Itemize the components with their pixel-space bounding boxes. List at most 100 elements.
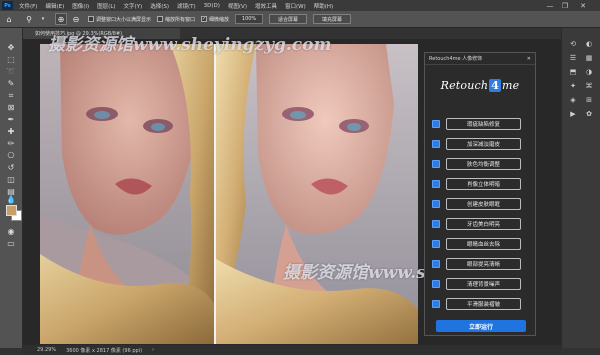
brush-settings-icon[interactable]: ✦	[568, 82, 578, 90]
menu-layer[interactable]: 图层(L)	[93, 2, 119, 10]
channels-icon[interactable]: ⊞	[582, 96, 596, 104]
resize-windows-checkbox[interactable]: 调整窗口大小以满屏显示	[88, 16, 151, 23]
adjustments-icon[interactable]: ◑	[582, 68, 596, 76]
zoom-in-icon[interactable]: ⊕	[55, 13, 67, 25]
restore-button[interactable]: ❐	[558, 0, 572, 11]
option-checkbox[interactable]	[432, 239, 440, 248]
foreground-color-swatch[interactable]	[6, 205, 17, 216]
actions-icon[interactable]: ▶	[568, 110, 578, 118]
option-checkbox[interactable]	[432, 279, 440, 288]
menu-filter[interactable]: 滤镜(T)	[173, 2, 200, 10]
quick-select-tool-icon[interactable]: ✎	[3, 78, 19, 89]
history-brush-icon[interactable]: ↺	[3, 162, 19, 173]
scrubby-zoom-checkbox[interactable]: ✓ 细微缩放	[201, 16, 229, 23]
options-bar: ⌂ ⚲ ▾ ⊕ ⊖ 调整窗口大小以满屏显示 缩放所有窗口 ✓ 细微缩放 100%…	[0, 11, 600, 28]
menu-3d[interactable]: 3D(D)	[200, 3, 224, 9]
option-button[interactable]: 眼部提亮清晰	[446, 257, 521, 270]
option-checkbox[interactable]	[432, 159, 440, 168]
checkbox-box	[88, 16, 94, 22]
quick-mask-icon[interactable]: ◉	[3, 226, 19, 237]
after-portrait-image	[216, 44, 418, 344]
screen-mode-icon[interactable]: ▭	[3, 238, 19, 249]
option-button[interactable]: 清理背景噪声	[446, 277, 521, 290]
option-checkbox[interactable]	[432, 219, 440, 228]
zoom-tool-icon[interactable]: ⚲	[23, 13, 35, 25]
option-button[interactable]: 牙齿美白明亮	[446, 217, 521, 230]
menu-plugins[interactable]: 增效工具	[251, 2, 281, 10]
checkbox-box	[157, 16, 164, 22]
zoom-all-checkbox[interactable]: 缩放所有窗口	[157, 16, 195, 23]
zoom-value-field[interactable]: 100%	[235, 14, 264, 24]
status-bar: 29.29% 3600 像素 x 2817 像素 (96 ppi) ›	[23, 345, 561, 355]
option-checkbox[interactable]	[432, 259, 440, 268]
close-icon[interactable]: ✕	[527, 56, 531, 62]
option-checkbox[interactable]	[432, 299, 440, 308]
option-row: 加深减淡磨皮	[432, 137, 532, 150]
layers-icon[interactable]: ◈	[568, 96, 578, 104]
option-checkbox[interactable]	[432, 179, 440, 188]
zoom-out-icon[interactable]: ⊖	[70, 13, 82, 25]
option-button[interactable]: 创建皮肤眼眶	[446, 197, 521, 210]
frame-tool-icon[interactable]: ⊠	[3, 102, 19, 113]
healing-brush-icon[interactable]: ✚	[3, 126, 19, 137]
photoshop-window: Ps 文件(F) 编辑(E) 图像(I) 图层(L) 文字(Y) 选择(S) 滤…	[0, 0, 600, 355]
eyedropper-tool-icon[interactable]: ✒	[3, 114, 19, 125]
zoom-all-label: 缩放所有窗口	[165, 16, 196, 23]
libraries-icon[interactable]: ⬒	[568, 68, 578, 76]
menu-select[interactable]: 选择(S)	[146, 2, 173, 10]
blur-tool-icon[interactable]: 💧	[3, 194, 19, 205]
move-tool-icon[interactable]: ✥	[3, 42, 19, 53]
chevron-right-icon[interactable]: ›	[152, 347, 154, 353]
logo-text-right: me	[502, 79, 520, 92]
menu-image[interactable]: 图像(I)	[68, 2, 93, 10]
option-row: 牙齿美白明亮	[432, 217, 532, 230]
option-row: 创建皮肤眼眶	[432, 197, 532, 210]
fit-screen-button[interactable]: 适合屏幕	[269, 14, 308, 24]
properties-icon[interactable]: ☰	[568, 54, 578, 62]
retouch-panel-title: Retouch4me 人像修饰	[429, 56, 483, 62]
close-button[interactable]: ✕	[576, 0, 590, 11]
option-checkbox[interactable]	[432, 119, 440, 128]
option-row: 肤色均衡调整	[432, 157, 532, 170]
fill-screen-button[interactable]: 填充屏幕	[313, 14, 352, 24]
lasso-tool-icon[interactable]: ➰	[3, 66, 19, 77]
eraser-tool-icon[interactable]: ◫	[3, 174, 19, 185]
brush-tool-icon[interactable]: ✏	[3, 138, 19, 149]
option-checkbox[interactable]	[432, 139, 440, 148]
marquee-tool-icon[interactable]: ⬚	[3, 54, 19, 65]
minimize-button[interactable]: —	[543, 0, 557, 11]
zoom-level-readout[interactable]: 29.29%	[37, 347, 56, 353]
crop-tool-icon[interactable]: ⌗	[3, 90, 19, 101]
menu-window[interactable]: 窗口(W)	[281, 2, 310, 10]
history-icon[interactable]: ⟲	[568, 40, 578, 48]
paths-icon[interactable]: ⌘	[582, 82, 596, 90]
home-icon[interactable]: ⌂	[3, 13, 15, 25]
option-row: 肖像立体明暗	[432, 177, 532, 190]
watermark-top: 摄影资源馆www.sheyingzyg.com	[48, 35, 332, 55]
option-row: 平滑服装褶皱	[432, 297, 532, 310]
color-panel-icon[interactable]: ◐	[582, 40, 596, 48]
option-button[interactable]: 平滑服装褶皱	[446, 297, 521, 310]
clone-stamp-icon[interactable]: ⎔	[3, 150, 19, 161]
option-checkbox[interactable]	[432, 199, 440, 208]
menu-help[interactable]: 帮助(H)	[310, 2, 337, 10]
menu-file[interactable]: 文件(F)	[15, 2, 41, 10]
document-dimensions: 3600 像素 x 2817 像素 (96 ppi)	[66, 347, 143, 354]
logo-text-left: Retouch	[440, 79, 489, 92]
option-button[interactable]: 肤色均衡调整	[446, 157, 521, 170]
menu-view[interactable]: 视图(V)	[224, 2, 251, 10]
menu-type[interactable]: 文字(Y)	[120, 2, 147, 10]
option-button[interactable]: 眼睛血丝去除	[446, 237, 521, 250]
swatches-icon[interactable]: ▦	[582, 54, 596, 62]
run-now-button[interactable]: 立即运行	[436, 320, 526, 332]
styles-icon[interactable]: ✿	[582, 110, 596, 118]
option-button[interactable]: 加深减淡磨皮	[446, 137, 521, 150]
option-row: 眼部提亮清晰	[432, 257, 532, 270]
after-photo	[216, 44, 418, 344]
option-button[interactable]: 瑕疵缺陷修复	[446, 117, 521, 130]
option-button[interactable]: 肖像立体明暗	[446, 177, 521, 190]
option-row: 眼睛血丝去除	[432, 237, 532, 250]
before-photo	[40, 44, 214, 344]
menu-edit[interactable]: 编辑(E)	[41, 2, 68, 10]
chevron-down-icon[interactable]: ▾	[37, 13, 49, 25]
